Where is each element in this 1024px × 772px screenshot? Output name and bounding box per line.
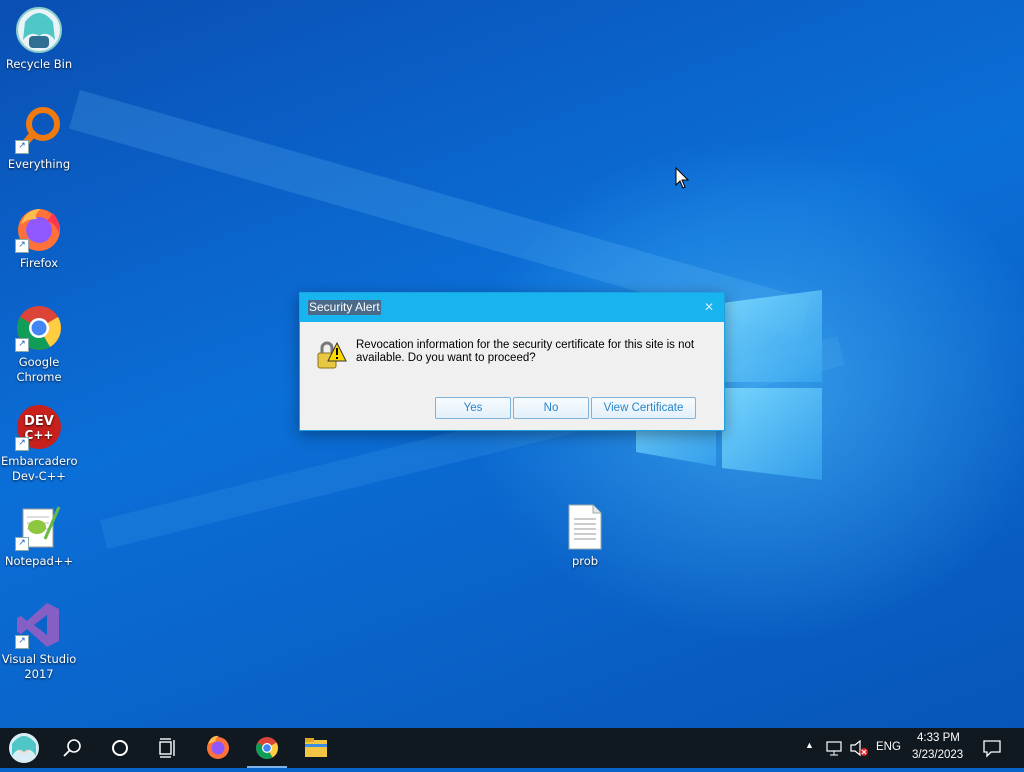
action-center-icon[interactable]: [982, 738, 1002, 758]
taskbar: ▲ ENG 4:33 PM 3/23/2023: [0, 728, 1024, 768]
desktop-icon-label: Notepad++: [4, 554, 74, 568]
show-hidden-icons-chevron[interactable]: ▲: [805, 740, 814, 750]
everything-search-icon: ↗: [15, 106, 63, 154]
desktop-icon-label: Dev-C++: [12, 469, 66, 483]
shortcut-arrow-icon: ↗: [15, 239, 29, 253]
dialog-title: Security Alert: [308, 300, 381, 315]
taskbar-firefox-icon[interactable]: [194, 728, 242, 768]
desktop-icon-label: Everything: [7, 157, 71, 171]
visual-studio-icon: ↗: [15, 601, 63, 649]
desktop: Recycle Bin ↗ Everything ↗ Firefox ↗ Goo…: [0, 0, 1024, 728]
desktop-icon-devcpp[interactable]: DEV C++ ↗ Embarcadero Dev-C++: [1, 403, 78, 484]
close-icon[interactable]: ✕: [695, 294, 723, 321]
desktop-icon-label: Firefox: [19, 256, 59, 270]
desktop-file-prob[interactable]: prob: [547, 503, 623, 569]
desktop-icon-label: 2017: [24, 667, 54, 681]
desktop-icon-visual-studio[interactable]: ↗ Visual Studio 2017: [1, 601, 77, 682]
desktop-icon-firefox[interactable]: ↗ Firefox: [1, 205, 77, 271]
desktop-icon-label: Embarcadero: [1, 454, 78, 468]
volume-muted-icon[interactable]: [849, 739, 869, 757]
no-button[interactable]: No: [513, 397, 589, 419]
desktop-icon-google-chrome[interactable]: ↗ Google Chrome: [1, 304, 77, 385]
mouse-cursor-icon: [675, 167, 690, 189]
recycle-bin-icon: [15, 6, 63, 54]
task-view-icon[interactable]: [144, 728, 192, 768]
text-file-icon: [561, 503, 609, 551]
devcpp-icon-text: DEV: [24, 414, 54, 429]
shortcut-arrow-icon: ↗: [15, 437, 29, 451]
shortcut-arrow-icon: ↗: [15, 537, 29, 551]
notepadpp-icon: ↗: [15, 503, 63, 551]
desktop-icon-label: Recycle Bin: [5, 57, 73, 71]
shortcut-arrow-icon: ↗: [15, 635, 29, 649]
desktop-icon-label: prob: [571, 554, 599, 568]
search-icon[interactable]: [48, 728, 96, 768]
start-button[interactable]: [0, 728, 48, 768]
clock-date[interactable]: 3/23/2023: [912, 749, 963, 761]
shortcut-arrow-icon: ↗: [15, 338, 29, 352]
shortcut-arrow-icon: ↗: [15, 140, 29, 154]
lock-warning-icon: [317, 341, 347, 369]
file-explorer-icon[interactable]: [292, 728, 340, 768]
desktop-icon-notepadpp[interactable]: ↗ Notepad++: [1, 503, 77, 569]
desktop-icon-label: Chrome: [16, 370, 62, 384]
desktop-icon-label: Visual Studio: [1, 652, 77, 666]
view-certificate-button[interactable]: View Certificate: [591, 397, 696, 419]
devcpp-icon: DEV C++ ↗: [15, 403, 63, 451]
security-alert-dialog: Security Alert ✕ Revocation information …: [299, 292, 725, 431]
desktop-icon-everything[interactable]: ↗ Everything: [1, 106, 77, 172]
cortana-icon[interactable]: [96, 728, 144, 768]
dialog-titlebar[interactable]: Security Alert ✕: [300, 293, 724, 322]
desktop-icon-label: Google: [18, 355, 60, 369]
clock-time[interactable]: 4:33 PM: [917, 732, 960, 744]
firefox-icon: ↗: [15, 205, 63, 253]
chrome-icon: ↗: [15, 304, 63, 352]
network-icon[interactable]: [825, 739, 843, 757]
desktop-icon-recycle-bin[interactable]: Recycle Bin: [1, 6, 77, 72]
taskbar-chrome-icon[interactable]: [243, 728, 291, 768]
dialog-message: Revocation information for the security …: [356, 339, 695, 364]
language-indicator[interactable]: ENG: [876, 741, 901, 753]
yes-button[interactable]: Yes: [435, 397, 511, 419]
